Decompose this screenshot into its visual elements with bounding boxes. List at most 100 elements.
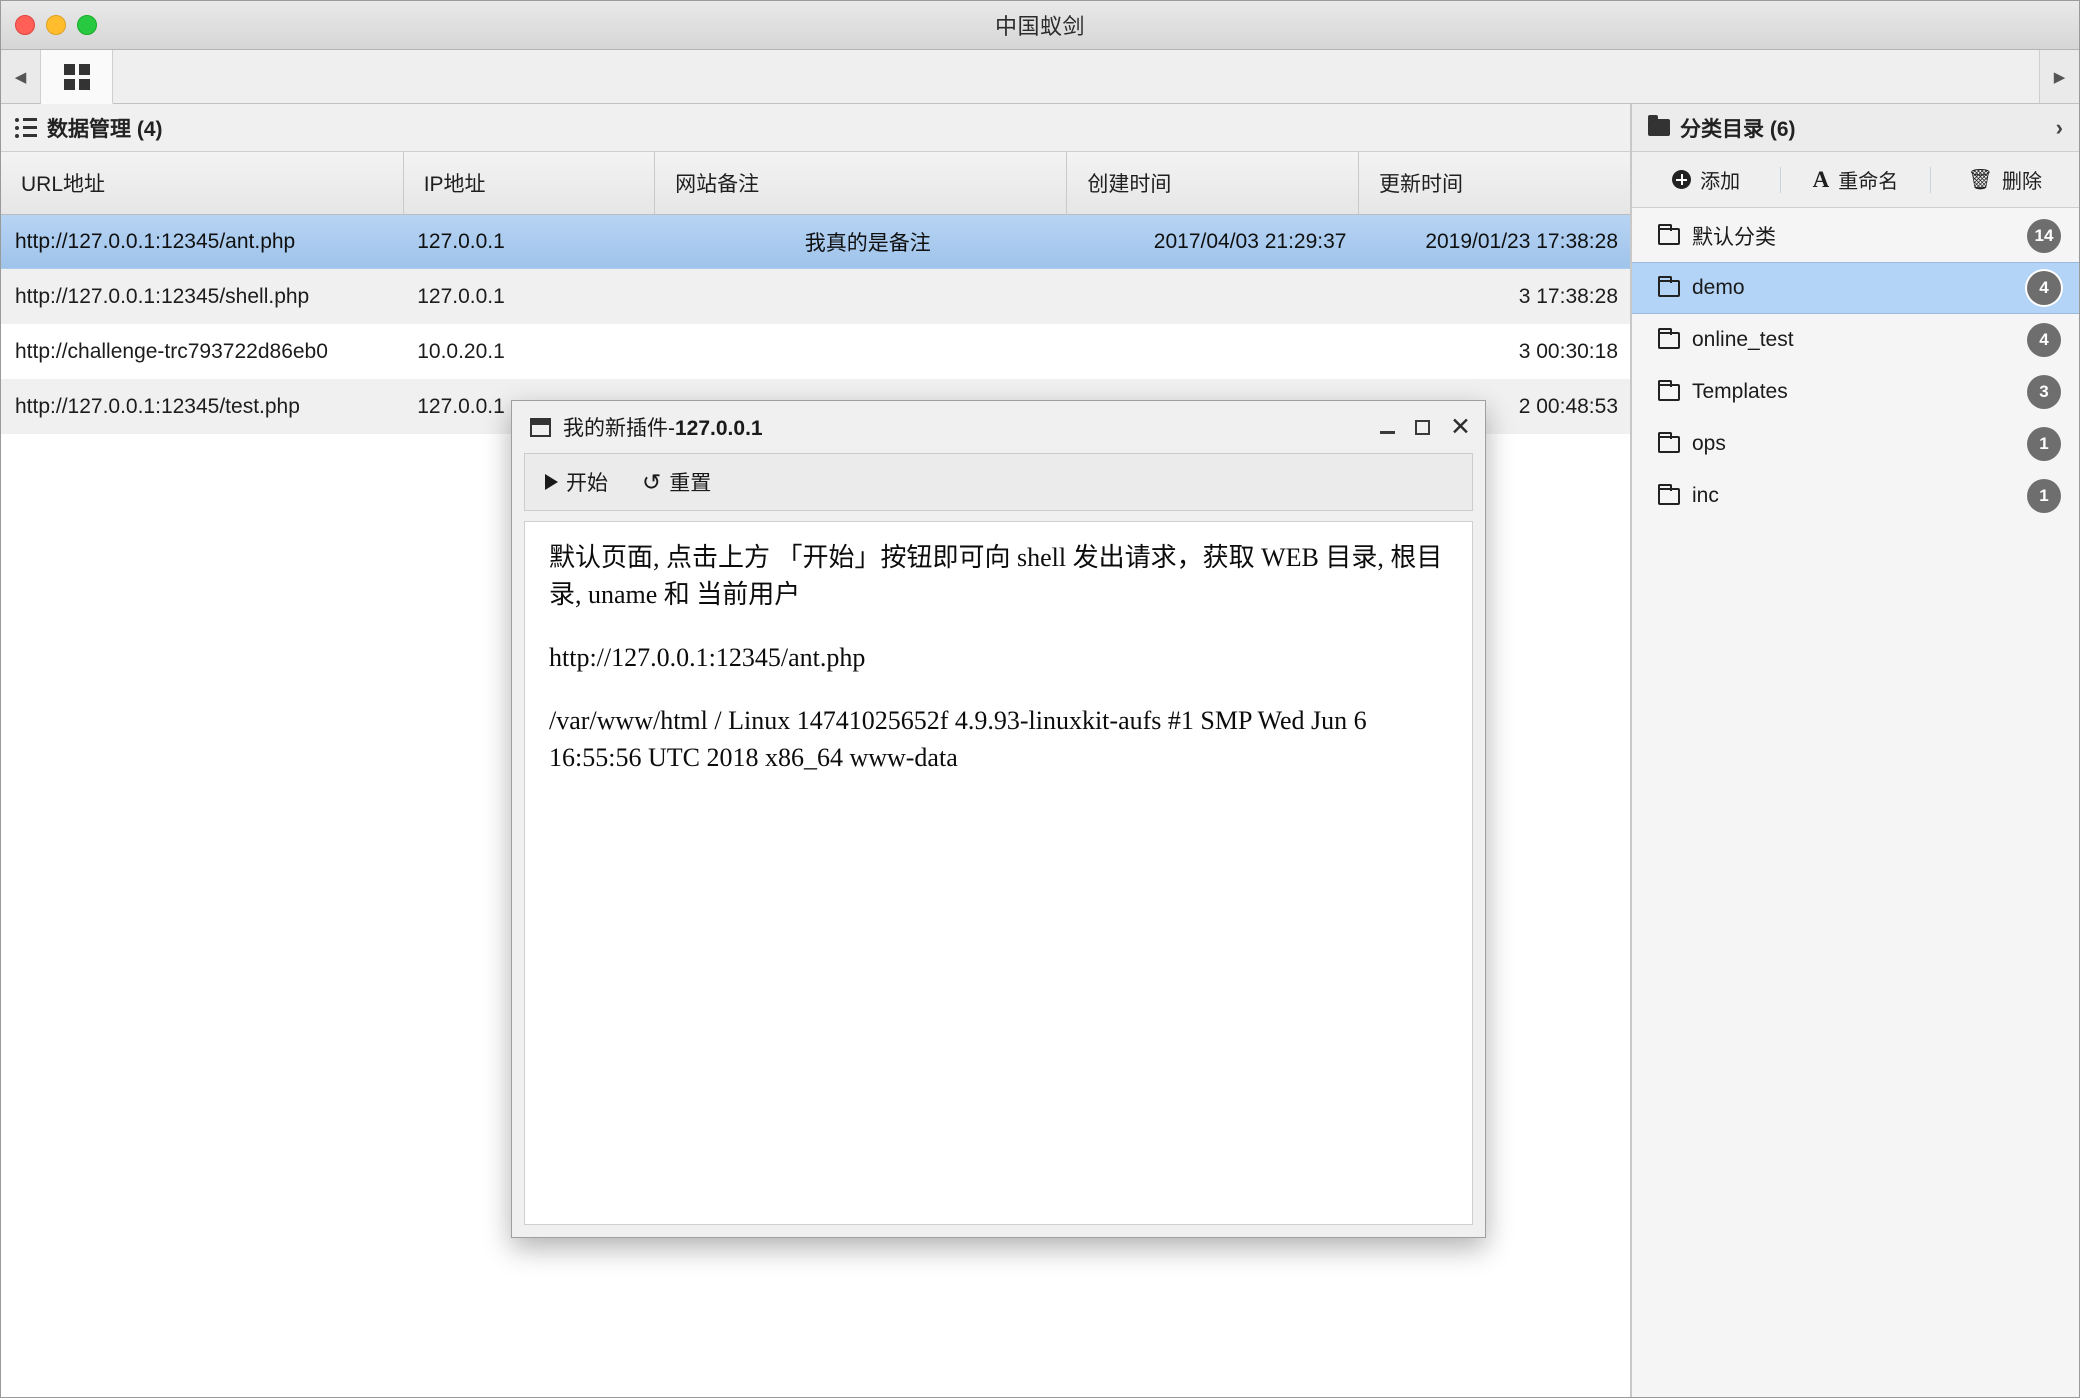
letter-a-icon: A (1812, 166, 1830, 192)
category-count-badge: 3 (2027, 375, 2061, 409)
minimize-window-icon[interactable] (46, 15, 66, 35)
cell-updated: 3 17:38:28 (1358, 269, 1630, 324)
category-toolbar: 添加 A 重命名 🗑 删除 (1632, 152, 2079, 208)
cell-note: 我真的是备注 (654, 214, 1067, 269)
category-count-badge: 14 (2027, 219, 2061, 253)
table-row[interactable]: http://127.0.0.1:12345/shell.php 127.0.0… (1, 269, 1630, 324)
table-row[interactable]: http://challenge-trc793722d86eb0 10.0.20… (1, 324, 1630, 379)
content-area: 数据管理 (4) URL地址 IP地址 网站备注 创建时间 更新时间 http:… (1, 104, 2079, 1397)
category-label: inc (1692, 484, 1719, 507)
maximize-window-icon[interactable] (77, 15, 97, 35)
category-item-templates[interactable]: Templates 3 (1632, 366, 2079, 418)
app-window: 中国蚁剑 ◀ ▶ 数据管理 (4) URL地址 IP地址 网站备注 创建时间 更… (0, 0, 2080, 1398)
dialog-title: 我的新插件-127.0.0.1 (563, 412, 763, 442)
rename-category-label: 重命名 (1838, 171, 1899, 193)
cell-url: http://challenge-trc793722d86eb0 (1, 324, 404, 379)
cell-updated: 2019/01/23 17:38:28 (1358, 214, 1630, 269)
page-title: 中国蚁剑 (994, 14, 1085, 39)
reset-button[interactable]: ↺ 重置 (642, 467, 711, 497)
folder-outline-icon (1658, 327, 1680, 349)
list-icon (15, 117, 37, 138)
rename-category-button[interactable]: A 重命名 (1781, 152, 1929, 207)
column-header-updated[interactable]: 更新时间 (1358, 152, 1630, 215)
title-bar: 中国蚁剑 (1, 1, 2079, 50)
grid-icon (63, 63, 90, 90)
category-header: 分类目录 (6) › (1632, 104, 2079, 152)
data-management-pane: 数据管理 (4) URL地址 IP地址 网站备注 创建时间 更新时间 http:… (1, 104, 1631, 1397)
cell-created (1066, 269, 1359, 324)
column-header-ip[interactable]: IP地址 (403, 152, 656, 215)
category-header-title: 分类目录 (6) (1680, 117, 1796, 141)
cell-note (654, 269, 1067, 324)
dialog-output-line-3: /var/www/html / Linux 14741025652f 4.9.9… (549, 705, 1367, 772)
window-icon (530, 417, 551, 437)
dialog-output-line-2: http://127.0.0.1:12345/ant.php (549, 642, 866, 672)
category-count-badge: 1 (2027, 427, 2061, 461)
column-header-url[interactable]: URL地址 (1, 152, 404, 215)
category-item-demo[interactable]: demo 4 (1632, 262, 2079, 314)
start-button-label: 开始 (566, 472, 608, 495)
category-count-badge: 4 (2027, 323, 2061, 357)
cell-url: http://127.0.0.1:12345/test.php (1, 379, 404, 434)
table-row[interactable]: http://127.0.0.1:12345/ant.php 127.0.0.1… (1, 214, 1630, 269)
cell-created: 2017/04/03 21:29:37 (1066, 214, 1359, 269)
delete-category-label: 删除 (2002, 171, 2043, 193)
reset-button-label: 重置 (669, 472, 712, 495)
category-label: ops (1692, 432, 1726, 455)
category-sidebar: 分类目录 (6) › 添加 A 重命名 🗑 删除 默认分类 14 demo 4 … (1631, 104, 2079, 1397)
delete-category-button[interactable]: 🗑 删除 (1931, 152, 2079, 207)
dialog-minimize-icon[interactable] (1380, 430, 1396, 434)
dialog-title-bar[interactable]: 我的新插件-127.0.0.1 ✕ (512, 401, 1485, 453)
cell-note (654, 324, 1067, 379)
category-label: online_test (1692, 328, 1794, 351)
folder-icon (1648, 115, 1670, 136)
category-label: demo (1692, 276, 1745, 299)
tab-scroll-right-button[interactable]: ▶ (2039, 50, 2079, 103)
category-count-badge: 1 (2027, 479, 2061, 513)
chevron-right-icon[interactable]: › (2056, 115, 2063, 141)
dialog-close-icon[interactable]: ✕ (1450, 414, 1471, 440)
data-management-header: 数据管理 (4) (1, 104, 1630, 152)
folder-outline-icon (1658, 275, 1680, 297)
table-header-row: URL地址 IP地址 网站备注 创建时间 更新时间 (1, 152, 1630, 215)
tab-strip-empty-area (113, 50, 2079, 104)
folder-outline-icon (1658, 431, 1680, 453)
plus-circle-icon (1672, 170, 1692, 189)
start-button[interactable]: 开始 (545, 467, 608, 497)
folder-outline-icon (1658, 223, 1680, 245)
category-item-online-test[interactable]: online_test 4 (1632, 314, 2079, 366)
cell-ip: 10.0.20.1 (403, 324, 655, 379)
column-header-note[interactable]: 网站备注 (654, 152, 1068, 215)
cell-url: http://127.0.0.1:12345/shell.php (1, 269, 404, 324)
tab-strip: ◀ ▶ (1, 50, 2079, 104)
tab-scroll-left-button[interactable]: ◀ (1, 50, 41, 103)
dialog-maximize-icon[interactable] (1415, 419, 1431, 435)
close-window-icon[interactable] (15, 15, 35, 35)
trash-icon: 🗑 (1967, 168, 1994, 191)
category-count-badge: 4 (2027, 271, 2061, 305)
category-item-default[interactable]: 默认分类 14 (1632, 210, 2079, 262)
category-item-ops[interactable]: ops 1 (1632, 418, 2079, 470)
cell-url: http://127.0.0.1:12345/ant.php (1, 214, 404, 269)
column-header-created[interactable]: 创建时间 (1066, 152, 1359, 215)
cell-created (1066, 324, 1359, 379)
cell-ip: 127.0.0.1 (403, 269, 655, 324)
folder-outline-icon (1658, 483, 1680, 505)
reset-icon: ↺ (642, 468, 662, 495)
cell-ip: 127.0.0.1 (403, 214, 655, 269)
dialog-title-host: 127.0.0.1 (675, 417, 763, 440)
category-label: Templates (1692, 380, 1788, 403)
plugin-dialog[interactable]: 我的新插件-127.0.0.1 ✕ 开始 ↺ 重置 默认页面, 点击上方 「开始… (511, 400, 1486, 1238)
add-category-button[interactable]: 添加 (1632, 152, 1780, 207)
folder-outline-icon (1658, 379, 1680, 401)
dialog-output-body: 默认页面, 点击上方 「开始」按钮即可向 shell 发出请求，获取 WEB 目… (524, 521, 1473, 1225)
data-management-title: 数据管理 (4) (47, 117, 163, 141)
traffic-lights (15, 15, 97, 35)
category-item-inc[interactable]: inc 1 (1632, 470, 2079, 522)
category-list: 默认分类 14 demo 4 online_test 4 Templates 3 (1632, 208, 2079, 1397)
dialog-output-line-1: 默认页面, 点击上方 「开始」按钮即可向 shell 发出请求，获取 WEB 目… (549, 543, 1443, 609)
tab-dashboard[interactable] (41, 50, 113, 104)
category-label: 默认分类 (1692, 226, 1776, 249)
shell-table: URL地址 IP地址 网站备注 创建时间 更新时间 http://127.0.0… (1, 152, 1630, 434)
play-icon (545, 474, 558, 490)
